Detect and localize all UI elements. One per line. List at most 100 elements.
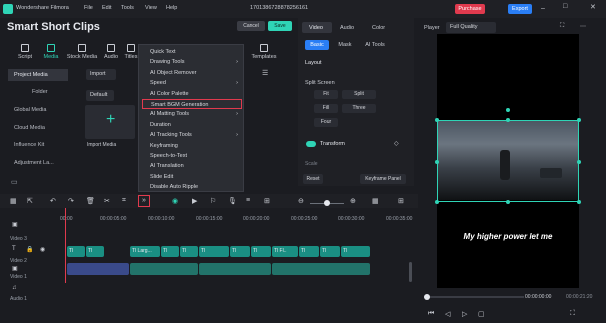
resize-handle-icon[interactable] [506,200,510,204]
import-dropdown[interactable]: Import [86,69,116,80]
grid-view-icon[interactable]: ▦ [372,197,379,205]
menu-item-keyframing[interactable]: Keyframing [142,141,242,151]
save-button[interactable]: Save [268,21,292,31]
text-clip[interactable]: Tl [180,246,198,257]
purchase-button[interactable]: Purchase [455,4,485,14]
undo-icon[interactable]: ↶ [50,197,56,205]
text-clip[interactable]: Tl [199,246,229,257]
play-icon[interactable]: ▷ [462,310,467,318]
layout-grid-icon[interactable]: ▦ [10,197,17,205]
sidebar-item-adjustment-layer[interactable]: Adjustment La... [8,157,68,169]
menu-tools[interactable]: Tools [121,5,134,11]
more-tools-icon[interactable]: » [138,195,150,207]
reset-button[interactable]: Reset [303,174,323,184]
video-clip[interactable] [272,263,370,275]
menu-edit[interactable]: Edit [102,5,111,11]
text-clip[interactable]: Tl [86,246,104,257]
menu-item-speech-to-text[interactable]: Speech-to-Text [142,151,242,161]
tab-templates[interactable]: Templates [248,44,280,60]
cancel-button[interactable]: Cancel [237,21,265,31]
menu-item-quick-text[interactable]: Quick Text [142,47,242,57]
export-button[interactable]: Export [508,4,532,14]
menu-file[interactable]: File [84,5,93,11]
sidebar-item-folder[interactable]: Folder [8,86,68,98]
resize-handle-icon[interactable] [506,118,510,122]
mic-icon[interactable]: 🎙 [228,197,237,205]
subtab-ai-tools[interactable]: AI Tools [362,40,388,50]
split-three-button[interactable]: Three [342,104,376,113]
split-four-button[interactable]: Four [314,118,338,127]
sidebar-item-project-media[interactable]: Project Media [8,69,68,81]
rotate-handle-icon[interactable] [506,108,510,112]
zoom-out-icon[interactable]: ⊖ [298,197,304,205]
menu-item-smart-bgm-generation[interactable]: Smart BGM Generation [142,99,242,110]
resize-handle-icon[interactable] [577,118,581,122]
step-back-icon[interactable]: ◁ [445,310,450,318]
text-clip[interactable]: Tl [320,246,340,257]
snap-icon[interactable]: ⊞ [264,197,270,205]
split-icon[interactable]: ✂ [104,197,110,205]
tab-media[interactable]: Media [38,44,64,60]
resize-handle-icon[interactable] [577,200,581,204]
quality-dropdown[interactable]: Full Quality [446,22,496,33]
resize-handle-icon[interactable] [435,160,439,164]
tab-stock-media[interactable]: Stock Media [66,44,98,60]
video-clip[interactable] [130,263,198,275]
prev-frame-icon[interactable]: ⏮ [428,310,434,318]
menu-item-duration[interactable]: Duration [142,120,242,130]
text-clip[interactable]: Tl [161,246,179,257]
video-clip[interactable] [67,263,129,275]
sidebar-item-cloud-media[interactable]: Cloud Media [8,122,68,134]
sidebar-item-global-media[interactable]: Global Media [8,104,68,116]
text-clip[interactable]: Tl [230,246,250,257]
timeline-scrollbar[interactable] [409,262,412,282]
menu-view[interactable]: View [145,5,157,11]
text-clip[interactable]: Tl Larg... [130,246,160,257]
split-fit-button[interactable]: Fit [314,90,338,99]
text-clip[interactable]: Tl [341,246,370,257]
tab-color[interactable]: Color [372,25,385,31]
menu-item-ai-matting-tools[interactable]: AI Matting Tools › [142,109,242,119]
zoom-in-icon[interactable]: ⊕ [350,197,356,205]
minimize-icon[interactable]: – [541,5,545,12]
tab-audio[interactable]: Audio [98,44,124,60]
resize-handle-icon[interactable] [435,200,439,204]
more-icon[interactable]: ⋯ [580,23,586,30]
close-icon[interactable]: ✕ [590,3,596,11]
fullscreen-icon[interactable]: ⛶ [570,310,575,318]
resize-handle-icon[interactable] [577,160,581,164]
zoom-slider-knob[interactable] [324,200,330,206]
sidebar-item-influence-kit[interactable]: Influence Kit [8,139,68,151]
player-scrubber[interactable] [424,294,430,300]
video-clip[interactable] [199,263,271,275]
maximize-icon[interactable]: □ [563,3,567,10]
play-range-icon[interactable]: ▶ [192,197,197,205]
text-clip[interactable]: Tl Fl.. [272,246,298,257]
add-track-icon[interactable]: ⊞ [398,197,404,205]
menu-help[interactable]: Help [166,5,177,11]
folder-add-icon[interactable]: ▭ [11,178,18,186]
filter-icon[interactable]: ☰ [262,69,268,77]
text-clip[interactable]: Tl [251,246,271,257]
menu-item-ai-tracking-tools[interactable]: AI Tracking Tools › [142,130,242,140]
playhead[interactable] [65,208,66,283]
resize-handle-icon[interactable] [435,118,439,122]
player-progress-bar[interactable] [424,296,524,298]
menu-item-disable-auto-ripple[interactable]: Disable Auto Ripple [142,182,242,192]
split-fill-button[interactable]: Fill [314,104,338,113]
transform-toggle[interactable] [306,141,316,147]
delete-icon[interactable]: 🗑 [86,197,95,205]
menu-item-slide-edit[interactable]: Slide Edit [142,172,242,182]
keyframe-panel-button[interactable]: Keyframe Panel [360,174,406,184]
mark-icon[interactable]: ⚐ [210,197,216,205]
snapshot-icon[interactable]: ⛶ [560,23,564,30]
menu-item-ai-translation[interactable]: AI Translation [142,161,242,171]
tab-video[interactable]: Video [309,25,323,31]
keyframe-diamond-icon[interactable]: ◇ [394,140,399,147]
crop-icon[interactable]: ⌗ [122,197,126,205]
select-tool-icon[interactable]: ⇱ [27,197,33,205]
text-clip[interactable]: Tl [67,246,85,257]
tab-audio-props[interactable]: Audio [340,25,354,31]
menu-item-ai-color-palette[interactable]: AI Color Palette [142,89,242,99]
redo-icon[interactable]: ↷ [68,197,74,205]
